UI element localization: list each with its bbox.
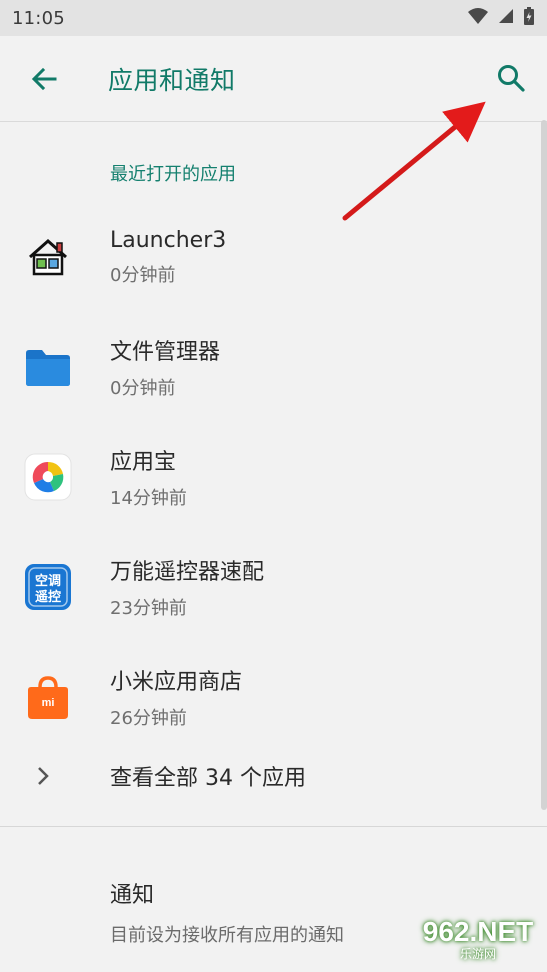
app-last-used: 0分钟前: [110, 264, 176, 286]
wifi-icon: [467, 7, 489, 29]
status-bar: 11:05: [0, 0, 547, 36]
app-name: 应用宝: [110, 450, 177, 475]
app-name: Launcher3: [110, 227, 227, 253]
recent-app-row[interactable]: Launcher3 0分钟前: [0, 202, 547, 312]
recent-app-row[interactable]: 空调 遥控 万能遥控器速配 23分钟前: [0, 532, 547, 642]
app-texts: 文件管理器 0分钟前: [110, 334, 220, 400]
status-icons: [467, 6, 535, 30]
status-time: 11:05: [12, 7, 65, 29]
see-all-apps-row[interactable]: 查看全部 34 个应用: [0, 740, 547, 812]
battery-icon: [523, 6, 535, 30]
app-name: 小米应用商店: [110, 670, 243, 695]
app-texts: Launcher3 0分钟前: [110, 228, 226, 287]
watermark-bottom: 乐游网: [459, 947, 496, 961]
remote-icon: 空调 遥控: [23, 562, 73, 612]
app-name: 文件管理器: [110, 340, 221, 365]
app-texts: 万能遥控器速配 23分钟前: [110, 554, 264, 620]
launcher3-house-icon: [23, 232, 73, 282]
app-last-used: 14分钟前: [110, 488, 187, 509]
back-arrow-icon: [31, 67, 57, 90]
watermark-logo: 962.NET 乐游网: [415, 912, 541, 966]
mi-icon-text: mi: [42, 697, 55, 709]
notifications-title: 通知: [110, 883, 155, 908]
content: 最近打开的应用 Launcher3 0分钟前 文件管理器 0分钟前 应用宝 14…: [0, 122, 547, 947]
search-button[interactable]: [493, 60, 529, 96]
folder-icon: [23, 342, 73, 392]
page-title: 应用和通知: [108, 65, 236, 95]
recent-apps-list: Launcher3 0分钟前 文件管理器 0分钟前 应用宝 14分钟前 空调 遥…: [0, 202, 547, 752]
recent-app-row[interactable]: 应用宝 14分钟前: [0, 422, 547, 532]
watermark-top: 962.NET: [422, 916, 534, 947]
see-all-apps-label: 查看全部 34 个应用: [110, 766, 306, 791]
app-name: 万能遥控器速配: [110, 560, 265, 585]
scrollbar[interactable]: [541, 120, 547, 810]
appstore-icon: [23, 452, 73, 502]
app-last-used: 0分钟前: [110, 378, 176, 399]
recent-app-row[interactable]: 文件管理器 0分钟前: [0, 312, 547, 422]
app-last-used: 26分钟前: [110, 708, 187, 729]
search-icon: [498, 65, 525, 92]
recent-apps-header: 最近打开的应用: [110, 164, 236, 185]
mi-store-icon: mi: [23, 672, 73, 722]
app-texts: 小米应用商店 26分钟前: [110, 664, 242, 730]
app-bar: 应用和通知: [0, 36, 547, 122]
recent-app-row[interactable]: mi 小米应用商店 26分钟前: [0, 642, 547, 752]
remote-icon-text-line2: 遥控: [35, 589, 61, 605]
back-button[interactable]: [26, 61, 62, 97]
app-texts: 应用宝 14分钟前: [110, 444, 187, 510]
chevron-right-icon: [30, 763, 56, 789]
remote-icon-text-line1: 空调: [35, 573, 61, 589]
signal-icon: [497, 7, 515, 29]
app-last-used: 23分钟前: [110, 598, 187, 619]
